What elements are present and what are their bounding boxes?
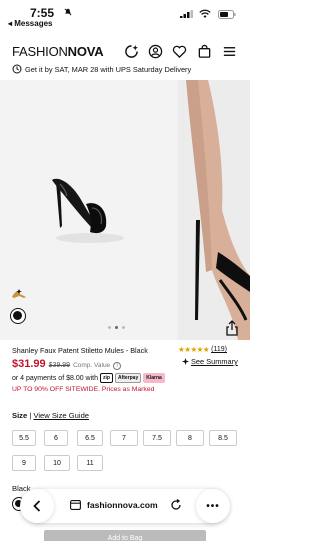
delivery-text: Get it by SAT, MAR 28 with UPS Saturday … bbox=[25, 64, 192, 74]
sparkle-icon bbox=[182, 358, 189, 365]
bag-icon[interactable] bbox=[197, 44, 212, 59]
price-row: $31.99 $39.99 Comp. Value i bbox=[12, 358, 122, 370]
chevron-left-icon bbox=[33, 500, 41, 512]
model-leg-image bbox=[178, 80, 250, 340]
size-option[interactable]: 6.5 bbox=[77, 430, 103, 446]
pagination-dot[interactable] bbox=[122, 326, 125, 329]
size-label-row: Size | View Size Guide bbox=[12, 411, 90, 420]
browser-back-button[interactable] bbox=[20, 489, 54, 523]
zip-badge[interactable]: zip bbox=[100, 373, 113, 383]
wifi-icon bbox=[199, 9, 211, 18]
heel-icon-thumb[interactable] bbox=[10, 288, 28, 300]
delivery-banner: Get it by SAT, MAR 28 with UPS Saturday … bbox=[12, 64, 191, 74]
product-title: Shanley Faux Patent Stiletto Mules - Bla… bbox=[12, 346, 148, 355]
installments-row: or 4 payments of $8.00 with zip Afterpay… bbox=[12, 373, 165, 383]
size-option[interactable]: 10 bbox=[44, 455, 70, 471]
share-icon[interactable] bbox=[225, 320, 239, 336]
status-bar: 7:55 ◂ Messages bbox=[0, 0, 250, 30]
size-option[interactable]: 7 bbox=[110, 430, 138, 446]
product-image-secondary[interactable] bbox=[178, 80, 250, 340]
reload-icon[interactable] bbox=[170, 499, 182, 511]
stiletto-mule-image bbox=[52, 178, 124, 243]
battery-icon bbox=[218, 10, 236, 19]
rating-stars: ★★★★★ bbox=[178, 345, 210, 354]
product-gallery[interactable] bbox=[0, 80, 250, 340]
clock-icon bbox=[12, 64, 22, 74]
size-option[interactable]: 9 bbox=[12, 455, 36, 471]
installments-text: or 4 payments of $8.00 with bbox=[12, 374, 98, 382]
size-option[interactable]: 7.5 bbox=[143, 430, 171, 446]
swatch-black-thumb[interactable] bbox=[10, 308, 26, 324]
tabs-icon bbox=[70, 500, 81, 510]
original-price: $39.99 bbox=[48, 362, 71, 369]
back-to-messages[interactable]: ◂ Messages bbox=[8, 19, 52, 28]
sparkle-search-icon[interactable] bbox=[124, 44, 139, 59]
sale-price: $31.99 bbox=[12, 358, 46, 370]
pagination-dot-active[interactable] bbox=[115, 326, 118, 329]
status-time: 7:55 bbox=[30, 6, 55, 20]
site-header: FASHIONNOVA bbox=[0, 36, 250, 66]
account-icon[interactable] bbox=[148, 44, 163, 59]
promo-text: UP TO 90% OFF SITEWIDE. Prices as Marked bbox=[12, 386, 155, 393]
size-option[interactable]: 8 bbox=[176, 430, 204, 446]
size-guide-link[interactable]: View Size Guide bbox=[33, 411, 89, 420]
heart-icon[interactable] bbox=[172, 44, 187, 59]
size-option[interactable]: 6 bbox=[44, 430, 68, 446]
product-rating[interactable]: ★★★★★ (119) bbox=[178, 345, 227, 354]
url-field[interactable]: fashionnova.com bbox=[70, 500, 158, 510]
add-to-bag-button[interactable]: Add to Bag bbox=[44, 530, 206, 541]
menu-icon[interactable] bbox=[222, 44, 237, 59]
browser-toolbar: fashionnova.com ••• bbox=[20, 489, 230, 523]
size-option[interactable]: 11 bbox=[77, 455, 103, 471]
more-options-button[interactable]: ••• bbox=[196, 489, 230, 523]
pagination-dot[interactable] bbox=[108, 326, 111, 329]
size-option[interactable]: 8.5 bbox=[209, 430, 237, 446]
fashion-nova-logo[interactable]: FASHIONNOVA bbox=[12, 44, 104, 59]
klarna-badge[interactable]: Klarna bbox=[143, 373, 165, 383]
size-option[interactable]: 5.5 bbox=[12, 430, 36, 446]
review-count[interactable]: (119) bbox=[211, 346, 227, 353]
gallery-pagination bbox=[108, 326, 125, 329]
afterpay-badge[interactable]: Afterpay bbox=[114, 373, 142, 383]
see-summary-link[interactable]: See Summary bbox=[182, 357, 238, 366]
bell-slash-icon bbox=[64, 8, 72, 16]
comp-value-label: Comp. Value bbox=[73, 362, 111, 369]
cellular-signal-icon bbox=[180, 10, 193, 18]
product-image-main[interactable] bbox=[0, 80, 176, 340]
info-icon[interactable]: i bbox=[113, 362, 122, 370]
